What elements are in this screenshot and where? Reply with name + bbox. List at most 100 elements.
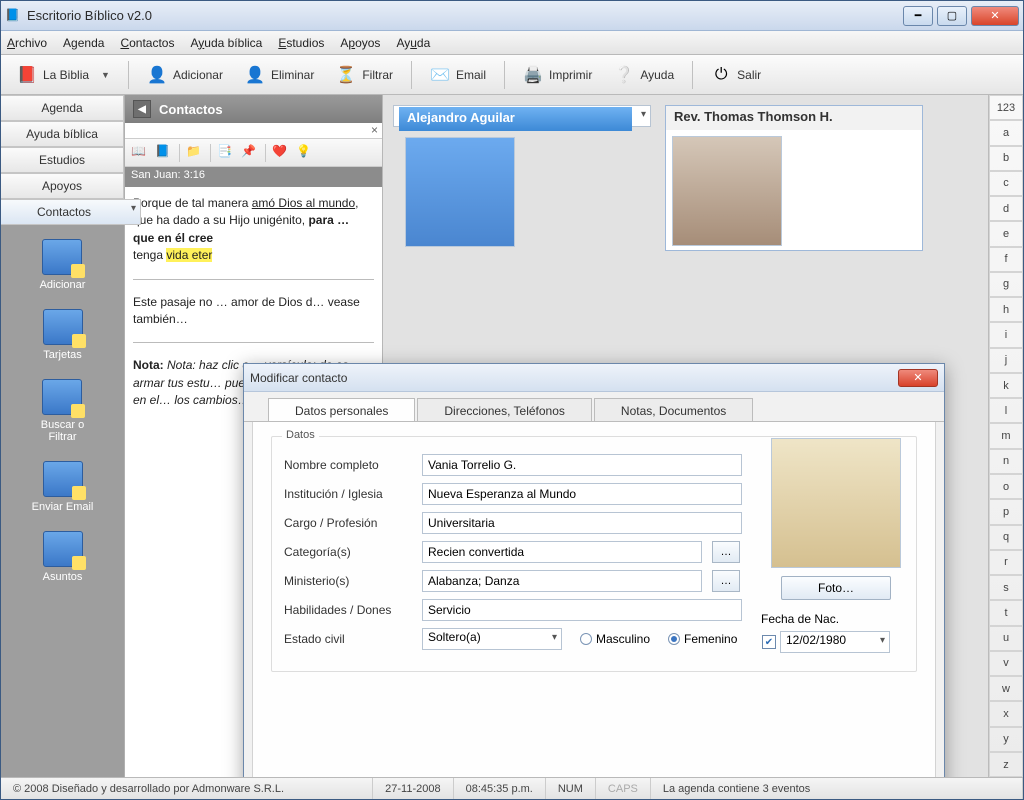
heart-icon[interactable]: ❤️ [272,144,290,162]
nav-tab-agenda[interactable]: Agenda [1,95,124,121]
toolbar-adicionar[interactable]: 👤Adicionar [139,61,231,89]
bible-toolbar: 📖 📘 📁 📑 📌 ❤️ 💡 [125,139,382,167]
nav-tab-apoyos[interactable]: Apoyos [1,173,124,199]
alpha-f[interactable]: f [989,247,1023,272]
book-icon[interactable]: 📘 [155,144,173,162]
contact-card[interactable]: Rev. Thomas Thomson H. [665,105,923,251]
alpha-e[interactable]: e [989,221,1023,246]
menu-apoyos[interactable]: Apoyos [340,36,380,50]
status-agenda: La agenda contiene 3 eventos [651,778,1023,799]
tray-buscar[interactable]: Buscar o Filtrar [41,379,84,443]
input-nombre[interactable] [422,454,742,476]
tab-direcciones[interactable]: Direcciones, Teléfonos [417,398,592,421]
alpha-w[interactable]: w [989,676,1023,701]
toolbar-eliminar[interactable]: 👤Eliminar [237,61,322,89]
toolbar-bible[interactable]: 📕La Biblia▼ [9,61,118,89]
input-habilidades[interactable] [422,599,742,621]
back-button[interactable]: ◀ [133,100,151,118]
radio-masculino[interactable]: Masculino [580,632,650,646]
close-button[interactable]: ✕ [971,6,1019,26]
contact-card[interactable]: Alejandro Aguilar [393,105,651,127]
minimize-button[interactable]: ━ [903,6,933,26]
tab-datos-personales[interactable]: Datos personales [268,398,415,421]
menu-ayuda-biblica[interactable]: Ayuda bíblica [190,36,262,50]
input-institucion[interactable] [422,483,742,505]
alpha-c[interactable]: c [989,171,1023,196]
bulb-icon[interactable]: 💡 [296,144,314,162]
input-ministerio[interactable] [422,570,702,592]
alpha-y[interactable]: y [989,727,1023,752]
tray-adicionar[interactable]: Adicionar [40,239,86,291]
card-name: Alejandro Aguilar [399,107,632,131]
alpha-p[interactable]: p [989,499,1023,524]
fieldset-label: Datos [282,429,319,441]
contact-photo [672,136,782,246]
maximize-button[interactable]: ▢ [937,6,967,26]
alpha-r[interactable]: r [989,550,1023,575]
folder-icon[interactable]: 📁 [186,144,204,162]
toolbar-salir[interactable]: ⏻Salir [703,61,769,89]
photo-button[interactable]: Foto… [781,576,891,600]
alpha-a[interactable]: a [989,120,1023,145]
categoria-picker-button[interactable]: … [712,541,740,563]
radio-femenino[interactable]: Femenino [668,632,737,646]
menu-archivo[interactable]: Archivo [7,36,47,50]
nav-tab-ayuda-biblica[interactable]: Ayuda bíblica [1,121,124,147]
select-estado[interactable]: Soltero(a) [422,628,562,650]
alpha-x[interactable]: x [989,701,1023,726]
alpha-b[interactable]: b [989,146,1023,171]
alpha-v[interactable]: v [989,651,1023,676]
pane-close[interactable]: × [125,123,382,139]
nav-tab-estudios[interactable]: Estudios [1,147,124,173]
alpha-l[interactable]: l [989,398,1023,423]
pin-icon[interactable]: 📌 [241,144,259,162]
toolbar: 📕La Biblia▼ 👤Adicionar 👤Eliminar ⏳Filtra… [1,55,1023,95]
menu-contactos[interactable]: Contactos [120,36,174,50]
dialog-close-button[interactable]: ✕ [898,369,938,387]
label-habilidades: Habilidades / Dones [284,603,412,617]
alpha-index: 123abcdefghijklmnopqrstuvwxyz [988,95,1023,777]
tray-tarjetas[interactable]: Tarjetas [43,309,83,361]
alpha-o[interactable]: o [989,474,1023,499]
tab-notas[interactable]: Notas, Documentos [594,398,753,421]
tray-email[interactable]: Enviar Email [32,461,94,513]
dialog-title: Modificar contacto [250,371,898,385]
status-date: 27-11-2008 [373,778,453,799]
help-icon: ❔ [614,65,634,85]
tray-asuntos[interactable]: Asuntos [43,531,83,583]
menu-agenda[interactable]: Agenda [63,36,104,50]
input-cargo[interactable] [422,512,742,534]
copy-icon[interactable]: 📑 [217,144,235,162]
menu-estudios[interactable]: Estudios [278,36,324,50]
status-num: NUM [546,778,596,799]
dob-checkbox[interactable]: ✔ [762,635,776,649]
alpha-g[interactable]: g [989,272,1023,297]
app-icon: 📘 [5,8,21,24]
alpha-t[interactable]: t [989,600,1023,625]
alpha-j[interactable]: j [989,348,1023,373]
alpha-m[interactable]: m [989,423,1023,448]
alpha-k[interactable]: k [989,373,1023,398]
alpha-n[interactable]: n [989,449,1023,474]
alpha-h[interactable]: h [989,297,1023,322]
toolbar-filtrar[interactable]: ⏳Filtrar [328,61,401,89]
toolbar-email[interactable]: ✉️Email [422,61,494,89]
alpha-z[interactable]: z [989,752,1023,777]
book-open-icon[interactable]: 📖 [131,144,149,162]
alpha-d[interactable]: d [989,196,1023,221]
contact-photo-preview [771,438,901,568]
chevron-down-icon: ▼ [101,70,110,80]
alpha-i[interactable]: i [989,322,1023,347]
toolbar-ayuda[interactable]: ❔Ayuda [606,61,682,89]
alpha-s[interactable]: s [989,575,1023,600]
dob-picker[interactable]: 12/02/1980 [780,631,890,653]
nav-tab-contactos[interactable]: Contactos [1,199,141,225]
alpha-q[interactable]: q [989,525,1023,550]
menu-ayuda[interactable]: Ayuda [396,36,430,50]
alpha-123[interactable]: 123 [989,95,1023,120]
card-icon [43,531,83,567]
toolbar-imprimir[interactable]: 🖨️Imprimir [515,61,600,89]
alpha-u[interactable]: u [989,626,1023,651]
ministerio-picker-button[interactable]: … [712,570,740,592]
input-categoria[interactable] [422,541,702,563]
